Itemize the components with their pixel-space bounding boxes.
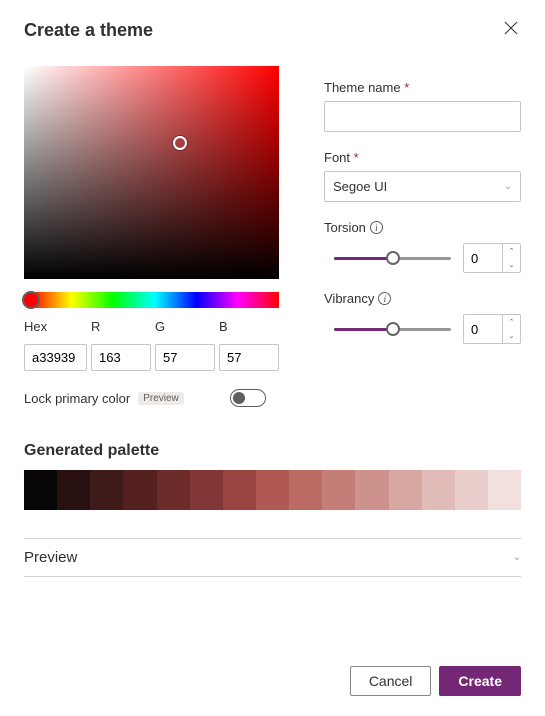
b-input[interactable] [219,344,279,371]
saturation-value-area[interactable] [24,66,279,279]
generated-palette-title: Generated palette [24,442,521,460]
r-input[interactable] [91,344,151,371]
palette-swatch [256,470,289,510]
preview-badge: Preview [138,392,184,405]
torsion-label: Torsion i [324,220,521,235]
torsion-spinner: ⌃ ⌄ [463,243,521,273]
b-label: B [219,319,279,334]
dialog-footer: Cancel Create [350,666,521,696]
chevron-down-icon: ⌄ [504,181,512,192]
torsion-spin-down[interactable]: ⌄ [503,258,520,272]
vibrancy-spin-down[interactable]: ⌄ [503,329,520,343]
palette-swatch [488,470,521,510]
info-icon[interactable]: i [378,292,391,305]
preview-title: Preview [24,549,77,566]
theme-name-label: Theme name * [324,80,521,95]
lock-primary-toggle[interactable] [230,389,266,407]
torsion-slider-handle[interactable] [386,251,400,265]
close-icon [504,21,518,35]
hue-slider[interactable] [30,292,279,308]
vibrancy-slider[interactable] [334,322,451,336]
lock-primary-label: Lock primary color [24,391,130,406]
font-label: Font * [324,150,521,165]
torsion-slider[interactable] [334,251,451,265]
hue-handle[interactable] [22,291,40,309]
info-icon[interactable]: i [370,221,383,234]
palette-swatch [322,470,355,510]
palette-swatch [355,470,388,510]
torsion-value-input[interactable] [464,244,502,272]
g-input[interactable] [155,344,215,371]
preview-expander[interactable]: Preview ⌄ [24,538,521,577]
torsion-spin-up[interactable]: ⌃ [503,244,520,258]
vibrancy-slider-handle[interactable] [386,322,400,336]
palette-swatch [422,470,455,510]
theme-name-input[interactable] [324,101,521,132]
vibrancy-label: Vibrancy i [324,291,521,306]
toggle-knob [233,392,245,404]
cancel-button[interactable]: Cancel [350,666,432,696]
palette-swatch [455,470,488,510]
theme-settings: Theme name * Font * Segoe UI ⌄ Torsion [324,66,521,407]
palette-swatch [190,470,223,510]
chevron-down-icon: ⌄ [513,552,521,563]
create-button[interactable]: Create [439,666,521,696]
palette-swatch [24,470,57,510]
saturation-value-handle[interactable] [173,136,187,150]
vibrancy-value-input[interactable] [464,315,502,343]
palette-swatch [157,470,190,510]
font-selected-value: Segoe UI [333,179,387,194]
palette-swatch [90,470,123,510]
color-picker: Hex R G B Lock primary color Preview [24,66,279,407]
hex-label: Hex [24,319,87,334]
r-label: R [91,319,151,334]
font-select[interactable]: Segoe UI ⌄ [324,171,521,202]
dialog-title: Create a theme [24,20,153,41]
dialog-header: Create a theme [24,20,521,41]
hex-input[interactable] [24,344,87,371]
close-button[interactable] [501,21,521,40]
g-label: G [155,319,215,334]
vibrancy-spinner: ⌃ ⌄ [463,314,521,344]
create-theme-dialog: Create a theme Hex R G B [0,0,545,597]
vibrancy-spin-up[interactable]: ⌃ [503,315,520,329]
generated-palette [24,470,521,510]
palette-swatch [223,470,256,510]
palette-swatch [389,470,422,510]
palette-swatch [57,470,90,510]
palette-swatch [289,470,322,510]
palette-swatch [123,470,156,510]
